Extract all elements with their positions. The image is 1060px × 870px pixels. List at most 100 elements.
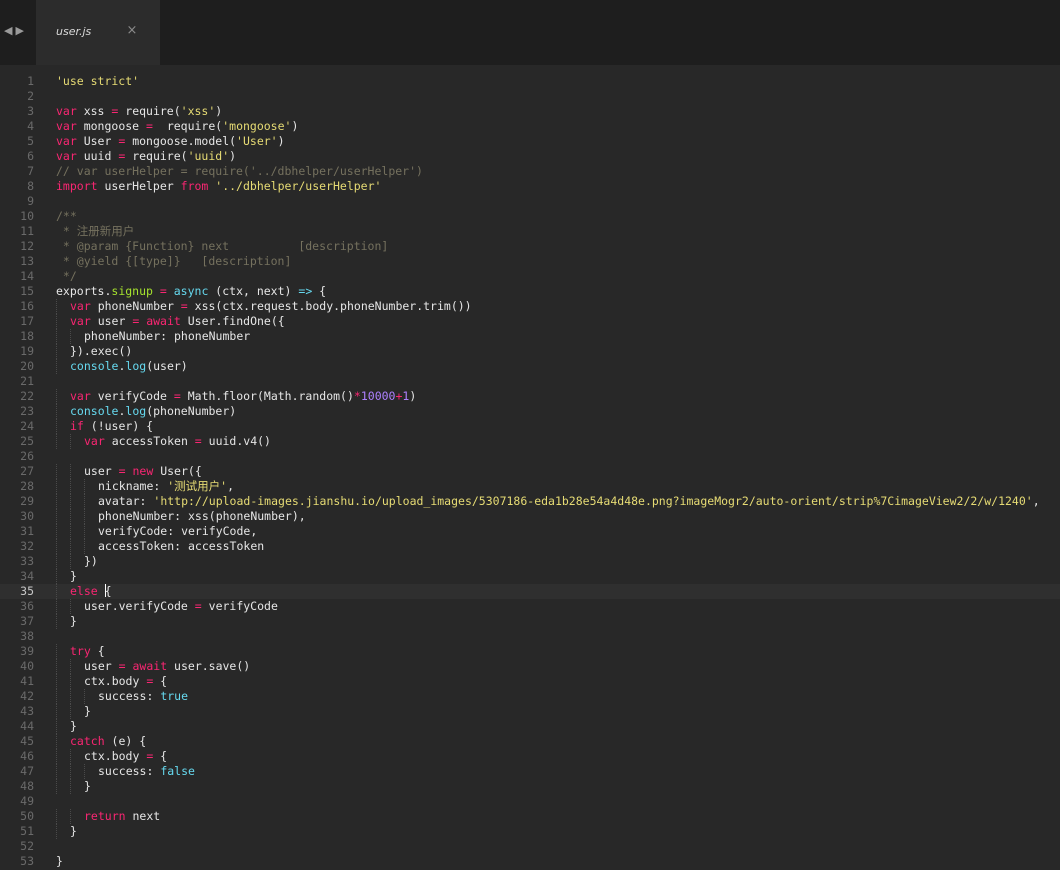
code-line[interactable]: 53} [0, 854, 1060, 869]
code-line[interactable]: 48} [0, 779, 1060, 794]
indent-guide [70, 809, 71, 824]
indent-guide [70, 689, 71, 704]
code-line[interactable]: 10 /** [0, 209, 1060, 224]
code-line[interactable]: 8 import userHelper from '../dbhelper/use… [0, 179, 1060, 194]
code-line[interactable]: 51} [0, 824, 1060, 839]
code-line[interactable]: 26 [0, 449, 1060, 464]
code-token: (!user) { [83, 419, 154, 433]
code-text: ctx.body = { [84, 749, 167, 764]
code-line[interactable]: 6 var uuid = require('uuid') [0, 149, 1060, 164]
code-token: log [125, 404, 147, 418]
indent-guide [56, 644, 57, 659]
code-line[interactable]: 37} [0, 614, 1060, 629]
code-line[interactable]: 39 try { [0, 644, 1060, 659]
code-line[interactable]: 44} [0, 719, 1060, 734]
code-line[interactable]: 23 console.log(phoneNumber) [0, 404, 1060, 419]
indent-guide [56, 314, 57, 329]
code-token: await [146, 314, 181, 328]
code-line[interactable]: 38 [0, 629, 1060, 644]
code-line[interactable]: 16 var phoneNumber = xss(ctx.request.body… [0, 299, 1060, 314]
code-token: userHelper [97, 179, 181, 193]
code-token: var [84, 434, 105, 448]
code-line[interactable]: 27 user = new User({ [0, 464, 1060, 479]
code-text: var user = await User.findOne({ [70, 314, 285, 329]
code-line[interactable]: 29 avatar: 'http://upload-images.jianshu.… [0, 494, 1060, 509]
code-text: var mongoose = require('mongoose') [56, 119, 298, 134]
code-line[interactable]: 28 nickname: '测试用户', [0, 479, 1060, 494]
code-line[interactable]: 32 accessToken: accessToken [0, 539, 1060, 554]
code-line[interactable]: 46 ctx.body = { [0, 749, 1060, 764]
code-line[interactable]: 5 var User = mongoose.model('User') [0, 134, 1060, 149]
code-line[interactable]: 14 */ [0, 269, 1060, 284]
tab-user-js[interactable]: user.js × [36, 0, 160, 65]
code-line[interactable]: 4 var mongoose = require('mongoose') [0, 119, 1060, 134]
code-line[interactable]: 17 var user = await User.findOne({ [0, 314, 1060, 329]
code-text: success: true [98, 689, 188, 704]
code-line[interactable]: 31 verifyCode: verifyCode, [0, 524, 1060, 539]
code-line[interactable]: 41 ctx.body = { [0, 674, 1060, 689]
code-token: */ [56, 269, 77, 283]
line-number: 44 [20, 719, 34, 733]
indent-guide [56, 539, 57, 554]
code-line[interactable]: 24 if (!user) { [0, 419, 1060, 434]
indent-guide [56, 734, 57, 749]
code-text: } [84, 779, 91, 794]
code-line[interactable]: 50 return next [0, 809, 1060, 824]
code-line[interactable]: 33}) [0, 554, 1060, 569]
code-line[interactable]: 42 success: true [0, 689, 1060, 704]
line-number: 18 [20, 329, 34, 343]
code-line[interactable]: 47 success: false [0, 764, 1060, 779]
code-token: * @param {Function} next [description] [56, 239, 389, 253]
code-token: mongoose.model( [125, 134, 237, 148]
code-line[interactable]: 3 var xss = require('xss') [0, 104, 1060, 119]
code-line[interactable]: 11 * 注册新用户 [0, 224, 1060, 239]
code-token: user [84, 659, 119, 673]
code-line[interactable]: 36 user.verifyCode = verifyCode [0, 599, 1060, 614]
code-editor[interactable]: 1'use strict' 2 3 var xss = require('xss') 4… [0, 65, 1060, 870]
code-line[interactable]: 40 user = await user.save() [0, 659, 1060, 674]
code-line[interactable]: 22 var verifyCode = Math.floor(Math.rando… [0, 389, 1060, 404]
indent-guide [70, 464, 71, 479]
code-line[interactable]: 34} [0, 569, 1060, 584]
code-line[interactable]: 12 * @param {Function} next [description… [0, 239, 1060, 254]
indent-guide [56, 674, 57, 689]
close-icon[interactable]: × [126, 24, 138, 38]
code-line[interactable]: 7 // var userHelper = require('../dbhelpe… [0, 164, 1060, 179]
code-line[interactable]: 18 phoneNumber: phoneNumber [0, 329, 1060, 344]
code-line[interactable]: 30 phoneNumber: xss(phoneNumber), [0, 509, 1060, 524]
line-number: 5 [27, 134, 34, 148]
line-number: 26 [20, 449, 34, 463]
code-text: var accessToken = uuid.v4() [84, 434, 271, 449]
code-line[interactable]: 1 'use strict' [0, 74, 1060, 89]
line-number: 11 [20, 224, 34, 238]
code-token: accessToken: accessToken [98, 539, 265, 553]
code-line[interactable]: 19}).exec() [0, 344, 1060, 359]
code-text: nickname: '测试用户', [98, 479, 234, 494]
indent-guide [70, 659, 71, 674]
code-token: * [353, 389, 361, 403]
code-text: } [56, 854, 63, 869]
code-line[interactable]: 43} [0, 704, 1060, 719]
code-token: phoneNumber: xss(phoneNumber), [98, 509, 306, 523]
line-number: 33 [20, 554, 34, 568]
code-line[interactable]: 2 [0, 89, 1060, 104]
code-line[interactable]: 15 exports.signup = async (ctx, next) => … [0, 284, 1060, 299]
forward-arrow-icon[interactable]: ▶ [15, 24, 26, 37]
code-line[interactable]: 20 console.log(user) [0, 359, 1060, 374]
indent-guide [56, 359, 57, 374]
code-token: false [160, 764, 195, 778]
line-number: 10 [20, 209, 34, 223]
code-line[interactable]: 9 [0, 194, 1060, 209]
line-number: 8 [27, 179, 34, 193]
code-line[interactable]: 25 var accessToken = uuid.v4() [0, 434, 1060, 449]
code-token: = [146, 119, 153, 133]
indent-guide [56, 299, 57, 314]
code-line[interactable]: 13 * @yield {[type]} [description] [0, 254, 1060, 269]
code-line[interactable]: 49 [0, 794, 1060, 809]
back-arrow-icon[interactable]: ◀ [4, 24, 15, 37]
line-number: 17 [20, 314, 34, 328]
code-line[interactable]: 35 else { [0, 584, 1060, 599]
code-line[interactable]: 52 [0, 839, 1060, 854]
code-line[interactable]: 21 [0, 374, 1060, 389]
code-line[interactable]: 45 catch (e) { [0, 734, 1060, 749]
